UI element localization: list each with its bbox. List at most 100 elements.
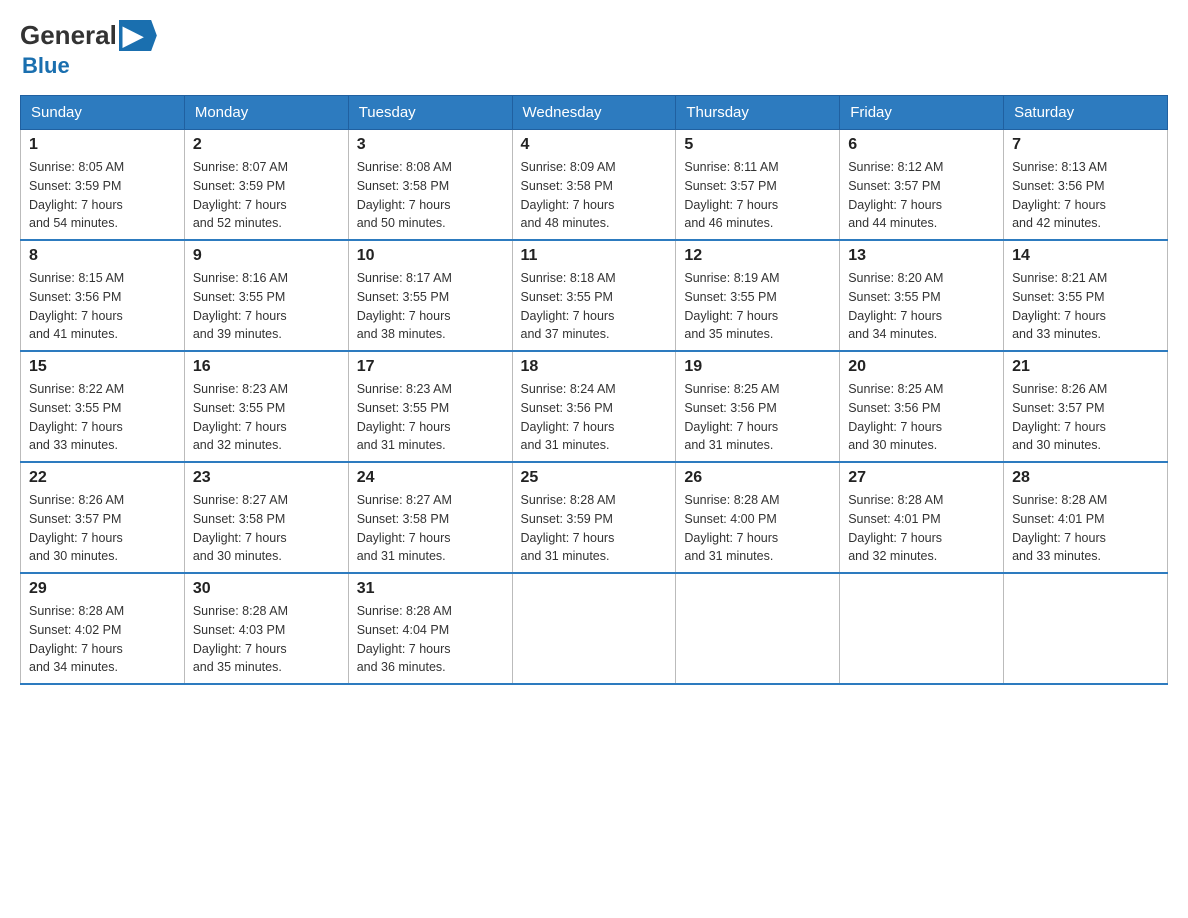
weekday-header-monday: Monday [184,96,348,130]
day-number: 26 [684,469,831,487]
day-number: 25 [521,469,668,487]
weekday-header-thursday: Thursday [676,96,840,130]
calendar-cell [512,573,676,684]
day-number: 5 [684,136,831,154]
day-info: Sunrise: 8:16 AMSunset: 3:55 PMDaylight:… [193,271,288,341]
day-number: 30 [193,580,340,598]
calendar-cell: 7 Sunrise: 8:13 AMSunset: 3:56 PMDayligh… [1004,130,1168,241]
day-info: Sunrise: 8:25 AMSunset: 3:56 PMDaylight:… [684,382,779,452]
weekday-header-tuesday: Tuesday [348,96,512,130]
day-info: Sunrise: 8:21 AMSunset: 3:55 PMDaylight:… [1012,271,1107,341]
day-info: Sunrise: 8:13 AMSunset: 3:56 PMDaylight:… [1012,160,1107,230]
day-info: Sunrise: 8:20 AMSunset: 3:55 PMDaylight:… [848,271,943,341]
weekday-header-sunday: Sunday [21,96,185,130]
day-number: 21 [1012,358,1159,376]
day-number: 15 [29,358,176,376]
calendar-cell: 14 Sunrise: 8:21 AMSunset: 3:55 PMDaylig… [1004,240,1168,351]
day-info: Sunrise: 8:28 AMSunset: 4:01 PMDaylight:… [848,493,943,563]
calendar-cell: 29 Sunrise: 8:28 AMSunset: 4:02 PMDaylig… [21,573,185,684]
calendar-cell: 4 Sunrise: 8:09 AMSunset: 3:58 PMDayligh… [512,130,676,241]
day-number: 10 [357,247,504,265]
calendar-cell: 28 Sunrise: 8:28 AMSunset: 4:01 PMDaylig… [1004,462,1168,573]
day-info: Sunrise: 8:26 AMSunset: 3:57 PMDaylight:… [29,493,124,563]
day-info: Sunrise: 8:08 AMSunset: 3:58 PMDaylight:… [357,160,452,230]
weekday-header-saturday: Saturday [1004,96,1168,130]
day-info: Sunrise: 8:28 AMSunset: 4:03 PMDaylight:… [193,604,288,674]
day-info: Sunrise: 8:28 AMSunset: 4:02 PMDaylight:… [29,604,124,674]
day-info: Sunrise: 8:24 AMSunset: 3:56 PMDaylight:… [521,382,616,452]
calendar-cell: 1 Sunrise: 8:05 AMSunset: 3:59 PMDayligh… [21,130,185,241]
day-number: 31 [357,580,504,598]
day-info: Sunrise: 8:23 AMSunset: 3:55 PMDaylight:… [357,382,452,452]
calendar-cell: 17 Sunrise: 8:23 AMSunset: 3:55 PMDaylig… [348,351,512,462]
day-number: 12 [684,247,831,265]
day-number: 6 [848,136,995,154]
day-info: Sunrise: 8:28 AMSunset: 3:59 PMDaylight:… [521,493,616,563]
day-number: 17 [357,358,504,376]
day-number: 2 [193,136,340,154]
day-info: Sunrise: 8:26 AMSunset: 3:57 PMDaylight:… [1012,382,1107,452]
day-info: Sunrise: 8:28 AMSunset: 4:04 PMDaylight:… [357,604,452,674]
calendar-cell: 5 Sunrise: 8:11 AMSunset: 3:57 PMDayligh… [676,130,840,241]
calendar-cell: 19 Sunrise: 8:25 AMSunset: 3:56 PMDaylig… [676,351,840,462]
day-number: 11 [521,247,668,265]
day-info: Sunrise: 8:22 AMSunset: 3:55 PMDaylight:… [29,382,124,452]
day-number: 28 [1012,469,1159,487]
calendar-cell: 31 Sunrise: 8:28 AMSunset: 4:04 PMDaylig… [348,573,512,684]
calendar-cell [1004,573,1168,684]
calendar-week-row: 8 Sunrise: 8:15 AMSunset: 3:56 PMDayligh… [21,240,1168,351]
calendar-week-row: 29 Sunrise: 8:28 AMSunset: 4:02 PMDaylig… [21,573,1168,684]
calendar-cell: 18 Sunrise: 8:24 AMSunset: 3:56 PMDaylig… [512,351,676,462]
calendar-cell: 15 Sunrise: 8:22 AMSunset: 3:55 PMDaylig… [21,351,185,462]
day-info: Sunrise: 8:28 AMSunset: 4:00 PMDaylight:… [684,493,779,563]
day-number: 16 [193,358,340,376]
calendar-cell: 30 Sunrise: 8:28 AMSunset: 4:03 PMDaylig… [184,573,348,684]
calendar-cell: 22 Sunrise: 8:26 AMSunset: 3:57 PMDaylig… [21,462,185,573]
day-info: Sunrise: 8:09 AMSunset: 3:58 PMDaylight:… [521,160,616,230]
calendar-week-row: 15 Sunrise: 8:22 AMSunset: 3:55 PMDaylig… [21,351,1168,462]
calendar-cell: 2 Sunrise: 8:07 AMSunset: 3:59 PMDayligh… [184,130,348,241]
day-info: Sunrise: 8:18 AMSunset: 3:55 PMDaylight:… [521,271,616,341]
calendar-cell: 3 Sunrise: 8:08 AMSunset: 3:58 PMDayligh… [348,130,512,241]
day-info: Sunrise: 8:15 AMSunset: 3:56 PMDaylight:… [29,271,124,341]
day-info: Sunrise: 8:11 AMSunset: 3:57 PMDaylight:… [684,160,778,230]
day-number: 1 [29,136,176,154]
day-info: Sunrise: 8:23 AMSunset: 3:55 PMDaylight:… [193,382,288,452]
day-info: Sunrise: 8:27 AMSunset: 3:58 PMDaylight:… [193,493,288,563]
day-info: Sunrise: 8:19 AMSunset: 3:55 PMDaylight:… [684,271,779,341]
calendar-cell: 12 Sunrise: 8:19 AMSunset: 3:55 PMDaylig… [676,240,840,351]
calendar-cell [840,573,1004,684]
weekday-header-wednesday: Wednesday [512,96,676,130]
calendar-cell: 27 Sunrise: 8:28 AMSunset: 4:01 PMDaylig… [840,462,1004,573]
logo: General ▶ Blue [20,20,157,79]
calendar-week-row: 1 Sunrise: 8:05 AMSunset: 3:59 PMDayligh… [21,130,1168,241]
calendar-cell: 23 Sunrise: 8:27 AMSunset: 3:58 PMDaylig… [184,462,348,573]
calendar-cell [676,573,840,684]
calendar-table: SundayMondayTuesdayWednesdayThursdayFrid… [20,95,1168,685]
page-header: General ▶ Blue [20,20,1168,79]
day-number: 8 [29,247,176,265]
calendar-cell: 13 Sunrise: 8:20 AMSunset: 3:55 PMDaylig… [840,240,1004,351]
day-number: 22 [29,469,176,487]
calendar-cell: 9 Sunrise: 8:16 AMSunset: 3:55 PMDayligh… [184,240,348,351]
day-number: 23 [193,469,340,487]
day-number: 7 [1012,136,1159,154]
day-info: Sunrise: 8:05 AMSunset: 3:59 PMDaylight:… [29,160,124,230]
weekday-header-friday: Friday [840,96,1004,130]
day-number: 24 [357,469,504,487]
day-number: 27 [848,469,995,487]
calendar-cell: 16 Sunrise: 8:23 AMSunset: 3:55 PMDaylig… [184,351,348,462]
logo-blue-text: Blue [22,53,70,79]
day-number: 14 [1012,247,1159,265]
day-number: 4 [521,136,668,154]
calendar-week-row: 22 Sunrise: 8:26 AMSunset: 3:57 PMDaylig… [21,462,1168,573]
day-number: 18 [521,358,668,376]
weekday-header-row: SundayMondayTuesdayWednesdayThursdayFrid… [21,96,1168,130]
day-info: Sunrise: 8:25 AMSunset: 3:56 PMDaylight:… [848,382,943,452]
day-number: 3 [357,136,504,154]
calendar-cell: 6 Sunrise: 8:12 AMSunset: 3:57 PMDayligh… [840,130,1004,241]
day-info: Sunrise: 8:12 AMSunset: 3:57 PMDaylight:… [848,160,943,230]
calendar-cell: 21 Sunrise: 8:26 AMSunset: 3:57 PMDaylig… [1004,351,1168,462]
day-number: 9 [193,247,340,265]
day-info: Sunrise: 8:27 AMSunset: 3:58 PMDaylight:… [357,493,452,563]
